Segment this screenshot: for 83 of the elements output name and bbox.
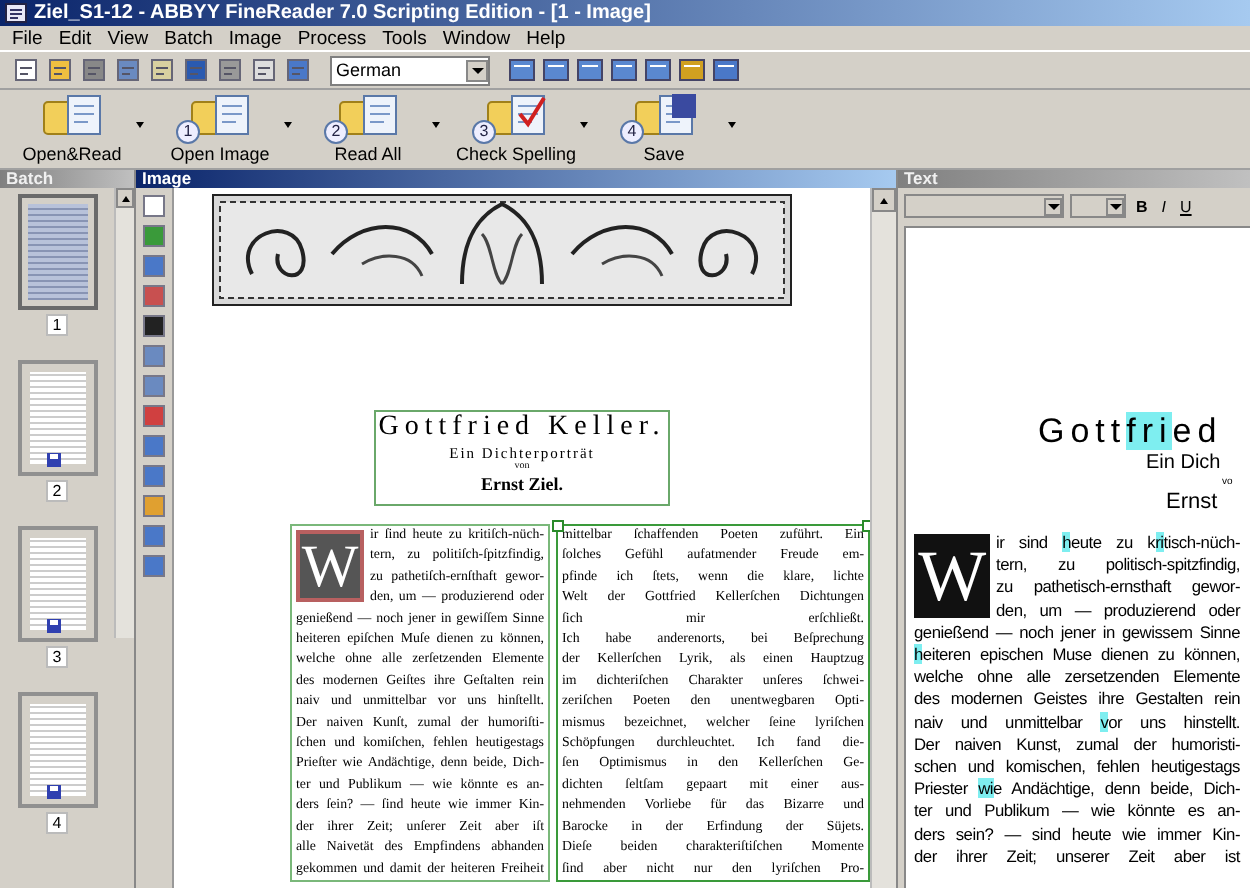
menu-item[interactable]: Batch <box>156 27 221 49</box>
dropdown-arrow-icon[interactable] <box>1044 197 1062 215</box>
tool-icon[interactable] <box>142 254 166 278</box>
page-number: 4 <box>46 812 68 834</box>
scroll-up-icon[interactable] <box>872 188 896 212</box>
new-document-icon[interactable] <box>12 56 40 84</box>
tool-icon[interactable] <box>142 524 166 548</box>
language-dropdown[interactable]: German <box>330 55 490 85</box>
tool-icon[interactable] <box>142 194 166 218</box>
tool-icon[interactable] <box>142 554 166 578</box>
text-line: der ihrer Zeit; unserer Zeit aber ist <box>914 845 1240 869</box>
document-title: Gottfri ed <box>1038 412 1225 452</box>
panel-header: Batch <box>0 170 134 188</box>
caret-icon[interactable] <box>580 122 588 128</box>
text-line: ter und Publikum — wie könnte es an- <box>914 800 1240 824</box>
text-line: welche ohne alle zersetzenden Elemente <box>914 666 1240 689</box>
page-thumbnail[interactable] <box>17 692 97 808</box>
page-title: Gottfried Keller. <box>378 412 666 444</box>
caret-icon[interactable] <box>432 122 440 128</box>
text-line: ders sein? — sind heute wie immer Kin- <box>914 823 1240 846</box>
tool-icon[interactable] <box>142 224 166 248</box>
step-badge: 3 <box>472 120 496 144</box>
caret-icon[interactable] <box>136 122 144 128</box>
menu-item[interactable]: File <box>4 27 51 49</box>
menu-item[interactable]: Process <box>289 27 375 49</box>
menu-item[interactable]: Edit <box>50 27 100 49</box>
text-line: des modernen Geistes ihre Gestalten rein <box>914 688 1240 712</box>
page-thumbnail[interactable] <box>17 194 97 310</box>
document-subtitle: Ein Dich <box>1146 452 1223 476</box>
step-badge: 1 <box>176 120 200 144</box>
tool-icon[interactable] <box>142 404 166 428</box>
drop-cap: W <box>296 530 364 602</box>
text-line: Der naiven Kunst, zumal der humoristi- <box>914 733 1240 757</box>
text-line: schen und komischen, fehlen heutigestags <box>914 756 1240 779</box>
menu-item[interactable]: Tools <box>374 27 435 49</box>
caret-icon[interactable] <box>728 122 736 128</box>
scrollbar[interactable] <box>870 188 896 888</box>
text-area-frame[interactable] <box>290 524 550 882</box>
toolbar-button[interactable]: 2 Read All <box>308 90 428 168</box>
text-line: den, um — produzierend oder <box>996 599 1240 622</box>
page-author: Ernst Ziel. <box>480 474 563 496</box>
resize-handle[interactable] <box>552 520 564 532</box>
toolbar-button[interactable]: 1 Open Image <box>160 90 280 168</box>
app-icon <box>4 2 28 24</box>
page-icon[interactable] <box>250 56 278 84</box>
text-line: naiv und unmittelbar vor uns hinstellt. <box>914 711 1240 734</box>
caret-icon[interactable] <box>284 122 292 128</box>
tool-icon[interactable] <box>142 374 166 398</box>
text-line: genießend — noch jener in gewissem Sinne <box>914 621 1240 645</box>
tool-icon[interactable] <box>142 434 166 458</box>
menu-item[interactable]: Image <box>220 27 290 49</box>
toolbar-button[interactable]: 4 Save <box>604 90 724 168</box>
text-line: tern, zu politisch-spitzfindig, <box>996 554 1240 577</box>
menu-item[interactable]: View <box>99 27 157 49</box>
text-line: Priester wie Andächtige, denn beide, Dich- <box>914 778 1240 801</box>
toolbar-button[interactable]: 3 Check Spelling <box>456 90 576 168</box>
page-number: 1 <box>46 314 68 336</box>
page-thumbnail[interactable] <box>17 526 97 642</box>
scrollbar[interactable] <box>114 188 134 638</box>
format-button[interactable]: U <box>1176 197 1196 215</box>
dropdown-arrow-icon[interactable] <box>1106 197 1124 215</box>
page-number: 3 <box>46 646 68 668</box>
text-line: ir sind heute zu kritisch-nüch- <box>996 532 1240 555</box>
format-button[interactable]: B <box>1132 197 1152 215</box>
toolbar-button[interactable]: Open&Read <box>12 90 132 168</box>
drop-cap: W <box>914 534 990 618</box>
menu-item[interactable]: Help <box>518 27 574 49</box>
format-button[interactable]: I <box>1157 197 1171 215</box>
scroll-up-icon[interactable] <box>116 188 134 208</box>
step-badge: 2 <box>324 120 348 144</box>
text-area-frame[interactable] <box>556 524 870 882</box>
text-line: zu pathetisch-ernsthaft gewor- <box>996 576 1240 600</box>
menu-item[interactable]: Window <box>434 27 519 49</box>
tool-icon[interactable] <box>142 464 166 488</box>
panel-header: Image <box>136 170 896 188</box>
step-badge: 4 <box>620 120 644 144</box>
page-thumbnail[interactable] <box>17 360 97 476</box>
window-title: Ziel_S1-12 - ABBYY FineReader 7.0 Scripting Edition - [1 - Image] <box>34 2 651 24</box>
text-line: heiteren epischen Muse dienen zu können, <box>914 644 1240 667</box>
page-number: 2 <box>46 480 68 502</box>
document-author: Ernst <box>1166 490 1220 516</box>
size-dropdown[interactable] <box>1070 194 1126 218</box>
panel-header: Text <box>898 170 1250 188</box>
